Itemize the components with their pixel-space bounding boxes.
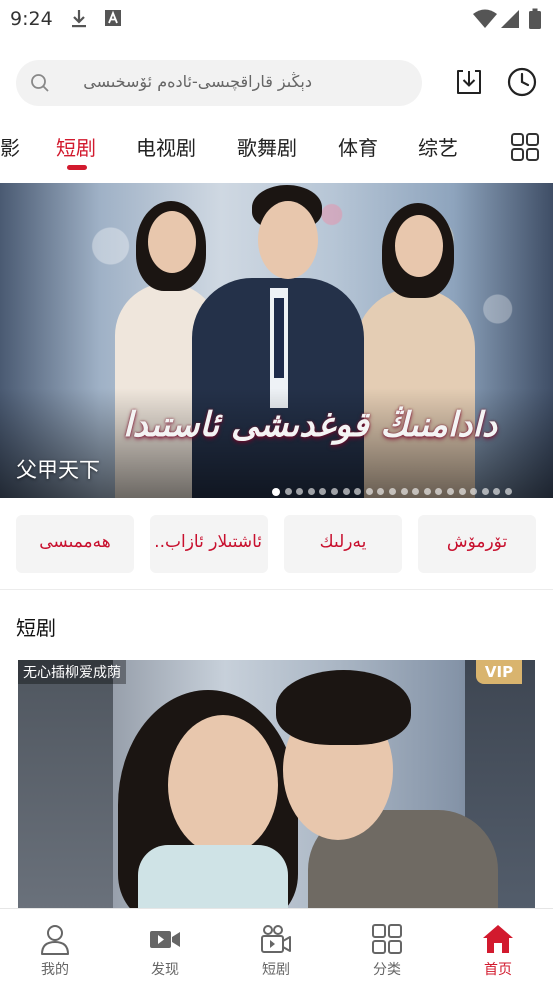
- all-categories-icon[interactable]: [510, 132, 540, 162]
- search-bar[interactable]: دېڭىز قاراقچىسى-ئادەم ئۆسخىسى: [16, 60, 422, 106]
- bottom-navigation: 我的 发现 短剧 分类 首页: [0, 908, 553, 985]
- banner-logo-text: دادامنىڭ قوغدىشى ئاستىدا: [123, 405, 497, 445]
- download-status-icon: [72, 10, 86, 28]
- tab-musical[interactable]: 歌舞剧: [237, 132, 297, 161]
- nav-item-mine[interactable]: 我的: [0, 909, 110, 985]
- section-title: 短剧: [16, 616, 56, 640]
- tab-tv-series[interactable]: 电视剧: [136, 132, 196, 161]
- carousel-dot[interactable]: [458, 488, 466, 495]
- nav-item-discover[interactable]: 发现: [110, 909, 220, 985]
- video-camera-icon: [150, 931, 180, 948]
- carousel-indicator: [272, 481, 516, 496]
- carousel-dot[interactable]: [400, 488, 408, 495]
- filter-label-all: ھەممىسى: [39, 532, 111, 552]
- carousel-dot[interactable]: [388, 488, 396, 495]
- carousel-dot[interactable]: [423, 488, 431, 495]
- carousel-dot[interactable]: [446, 488, 454, 495]
- filter-button-romance[interactable]: ئاشتىلار ئازاب...: [150, 515, 268, 573]
- card-woman-dress: [138, 845, 288, 910]
- carousel-dot[interactable]: [481, 488, 489, 495]
- filter-label-local: يەرلىك: [319, 532, 367, 552]
- nav-label-mine: 我的: [41, 962, 69, 978]
- nav-item-category[interactable]: 分类: [332, 909, 442, 985]
- featured-banner[interactable]: [0, 183, 553, 498]
- font-status-icon: [105, 10, 121, 26]
- carousel-dot[interactable]: [284, 488, 292, 495]
- filter-button-all[interactable]: ھەممىسى: [16, 515, 134, 573]
- carousel-dot[interactable]: [504, 488, 512, 495]
- card-man-hair: [276, 670, 411, 745]
- carousel-dot[interactable]: [307, 488, 315, 495]
- battery-icon: [529, 8, 541, 29]
- banner-title: 父甲天下: [16, 458, 100, 482]
- card-window-left: [18, 660, 113, 910]
- banner-face-center: [258, 201, 318, 279]
- history-icon[interactable]: [506, 66, 538, 98]
- filter-button-life[interactable]: تۆرمۆش: [418, 515, 536, 573]
- carousel-dot[interactable]: [342, 488, 350, 495]
- filter-button-local[interactable]: يەرلىك: [284, 515, 402, 573]
- drama-card[interactable]: 无心插柳爱成荫: [18, 660, 535, 910]
- banner-face-left: [148, 211, 196, 273]
- carousel-dot[interactable]: [365, 488, 373, 495]
- signal-icon: [501, 10, 519, 28]
- carousel-dot[interactable]: [272, 487, 280, 496]
- nav-label-short-drama: 短剧: [262, 962, 290, 978]
- vip-badge: VIP: [476, 660, 522, 684]
- tab-movie[interactable]: 影: [0, 132, 20, 161]
- section-divider: [0, 589, 553, 590]
- nav-label-home: 首页: [484, 962, 512, 978]
- person-icon: [41, 925, 69, 955]
- nav-label-category: 分类: [373, 962, 401, 978]
- status-bar: 9:24: [0, 0, 553, 40]
- nav-label-discover: 发现: [151, 962, 179, 978]
- search-query[interactable]: دېڭىز قاراقچىسى-ئادەم ئۆسخىسى: [62, 72, 312, 91]
- card-woman-face: [168, 715, 278, 855]
- active-tab-indicator: [67, 165, 87, 170]
- banner-tie: [274, 298, 284, 378]
- status-time: 9:24: [10, 8, 53, 30]
- carousel-dot[interactable]: [330, 488, 338, 495]
- tab-sports[interactable]: 体育: [338, 132, 378, 161]
- grid-icon: [372, 924, 402, 954]
- nav-item-short-drama[interactable]: 短剧: [221, 909, 331, 985]
- tab-variety[interactable]: 综艺: [418, 132, 458, 161]
- filter-label-life: تۆرمۆش: [446, 532, 508, 552]
- banner-face-right: [395, 215, 443, 277]
- search-icon: [31, 74, 49, 92]
- card-title: 无心插柳爱成荫: [18, 660, 126, 684]
- home-icon: [483, 925, 513, 953]
- filter-label-romance: ئاشتىلار ئازاب...: [156, 532, 262, 552]
- download-icon[interactable]: [453, 66, 485, 98]
- tab-short-drama[interactable]: 短剧: [56, 132, 96, 161]
- wifi-icon: [473, 9, 497, 28]
- nav-item-home[interactable]: 首页: [443, 909, 553, 985]
- clapper-icon: [261, 925, 291, 953]
